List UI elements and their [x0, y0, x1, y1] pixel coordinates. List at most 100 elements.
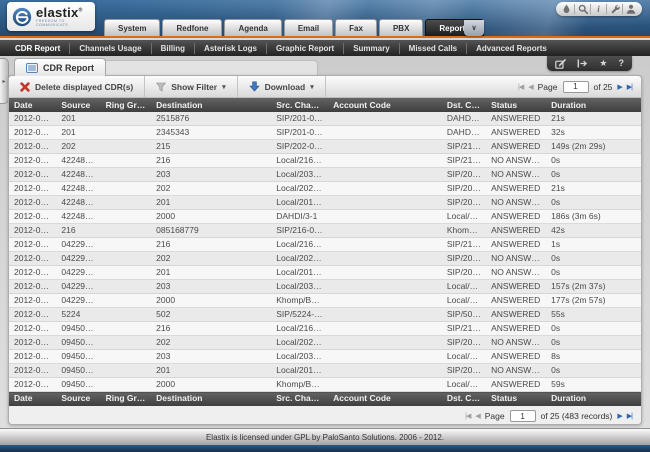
cell-duration: 32s	[546, 126, 641, 140]
prev-page-button[interactable]: ◀	[475, 412, 479, 420]
cell-ring-group	[101, 308, 152, 322]
table-row[interactable]: 2012-02-29 17:45:18 42248000 203 Local/2…	[9, 168, 641, 182]
table-row[interactable]: 2012-02-29 17:23:54 094507987 203 Local/…	[9, 350, 641, 364]
license-text: Elastix is licensed under GPL by PaloSan…	[206, 433, 444, 442]
tab-redfone[interactable]: Redfone	[162, 19, 222, 36]
table-row[interactable]: 2012-02-29 17:37:33 042296708 201 Local/…	[9, 266, 641, 280]
pagination-bottom: |◀ ◀ Page of 25 (483 records) ▶ ▶|	[456, 410, 641, 422]
table-row[interactable]: 2012-02-29 17:37:33 042296708 202 Local/…	[9, 252, 641, 266]
list-icon	[26, 63, 38, 73]
star-icon[interactable]: ★	[599, 59, 607, 68]
subnav-item-graphic-report[interactable]: Graphic Report	[266, 43, 343, 54]
table-row[interactable]: 2012-02-29 17:23:54 094507987 201 Local/…	[9, 364, 641, 378]
cell-destination: 502	[151, 308, 271, 322]
cell-ring-group	[101, 294, 152, 308]
subnav-item-billing[interactable]: Billing	[151, 43, 194, 54]
cell-ring-group	[101, 182, 152, 196]
help-icon[interactable]: ?	[619, 59, 625, 68]
cell-source: 42248000	[56, 210, 100, 224]
caret-down-icon: ▾	[222, 83, 226, 91]
tab-pbx[interactable]: PBX	[379, 19, 423, 36]
table-row[interactable]: 2012-02-29 17:45:18 42248000 201 Local/2…	[9, 196, 641, 210]
filter-button-label: Show Filter	[171, 82, 217, 92]
column-header: Account Code	[328, 98, 442, 112]
table-row[interactable]: 2012-02-29 17:37:28 042296708 2000 Khomp…	[9, 294, 641, 308]
table-row[interactable]: 2012-02-29 17:37:33 042296708 203 Local/…	[9, 280, 641, 294]
table-row[interactable]: 2012-02-29 17:23:54 094507987 202 Local/…	[9, 336, 641, 350]
download-button[interactable]: Download ▾	[238, 76, 326, 97]
subnav-item-missed-calls[interactable]: Missed Calls	[399, 43, 466, 54]
cell-duration: 0s	[546, 322, 641, 336]
user-icon[interactable]	[623, 4, 639, 14]
table-row[interactable]: 2012-02-29 17:37:36 042296708 216 Local/…	[9, 238, 641, 252]
table-row[interactable]: 2012-02-29 17:45:18 42248000 202 Local/2…	[9, 182, 641, 196]
droplet-icon[interactable]	[559, 4, 575, 14]
cell-source: 42248000	[56, 168, 100, 182]
page-number-input[interactable]	[510, 410, 536, 422]
brand-logo[interactable]: elastix® FREEDOM TO COMMUNICATE	[7, 2, 95, 31]
tab-system[interactable]: System	[104, 19, 160, 36]
subnav-item-summary[interactable]: Summary	[343, 43, 398, 54]
cell-account-code	[328, 112, 442, 126]
page-count-label: of 25	[594, 82, 613, 92]
cell-duration: 186s (3m 6s)	[546, 210, 641, 224]
cell-account-code	[328, 168, 442, 182]
cdr-report-tab[interactable]: CDR Report	[14, 58, 106, 76]
show-filter-button[interactable]: Show Filter ▾	[145, 76, 237, 97]
cell-ring-group	[101, 140, 152, 154]
first-page-button[interactable]: |◀	[465, 412, 470, 420]
subnav-item-advanced-reports[interactable]: Advanced Reports	[466, 43, 556, 54]
last-page-button[interactable]: ▶|	[627, 83, 632, 91]
subnav-item-asterisk-logs[interactable]: Asterisk Logs	[194, 43, 266, 54]
table-row[interactable]: 2012-02-29 17:45:30 202 215 SIP/202-0000…	[9, 140, 641, 154]
table-row[interactable]: 2012-02-29 17:45:02 42248000 2000 DAHDI/…	[9, 210, 641, 224]
tab-fax[interactable]: Fax	[335, 19, 377, 36]
filter-funnel-icon	[156, 82, 166, 92]
cell-ring-group	[101, 154, 152, 168]
table-row[interactable]: 2012-02-29 17:42:32 216 085168779 SIP/21…	[9, 224, 641, 238]
table-body: 2012-02-29 17:47:03 201 2515876 SIP/201-…	[9, 112, 641, 392]
cell-status: ANSWERED	[486, 126, 546, 140]
page-footer: Elastix is licensed under GPL by PaloSan…	[0, 428, 650, 452]
table-row[interactable]: 2012-02-29 17:47:03 201 2515876 SIP/201-…	[9, 112, 641, 126]
next-page-button[interactable]: ▶	[617, 412, 621, 420]
tab-email[interactable]: Email	[284, 19, 333, 36]
table-row[interactable]: 2012-02-29 17:23:14 094507987 2000 Khomp…	[9, 378, 641, 392]
cell-dst-channel: SIP/216-000009db	[442, 238, 486, 252]
subnav-item-channels-usage[interactable]: Channels Usage	[69, 43, 150, 54]
tools-icon[interactable]	[607, 4, 623, 14]
info-icon[interactable]: i	[591, 4, 607, 14]
cell-dst-channel: Local/203@from-queue-aaec;1	[442, 294, 486, 308]
first-page-button[interactable]: |◀	[518, 83, 523, 91]
tab-agenda[interactable]: Agenda	[224, 19, 281, 36]
cell-dst-channel: SIP/502-000009d7	[442, 308, 486, 322]
cell-status: ANSWERED	[486, 350, 546, 364]
cell-ring-group	[101, 322, 152, 336]
search-icon[interactable]	[575, 4, 591, 14]
table-row[interactable]: 2012-02-29 17:33:57 5224 502 SIP/5224-00…	[9, 308, 641, 322]
compose-icon[interactable]	[555, 59, 566, 69]
prev-page-button[interactable]: ◀	[528, 83, 532, 91]
cell-duration: 0s	[546, 196, 641, 210]
cell-date: 2012-02-29 17:37:33	[9, 280, 56, 294]
last-page-button[interactable]: ▶|	[627, 412, 632, 420]
column-header: Source	[56, 98, 100, 112]
delete-cdrs-button[interactable]: Delete displayed CDR(s)	[9, 76, 145, 97]
table-row[interactable]: 2012-02-29 17:45:21 42248000 216 Local/2…	[9, 154, 641, 168]
collapse-panel-icon[interactable]	[577, 59, 588, 68]
cell-ring-group	[101, 280, 152, 294]
cell-ring-group	[101, 126, 152, 140]
cell-source: 42248000	[56, 182, 100, 196]
cell-dst-channel: SIP/202-000009d2	[442, 336, 486, 350]
tab-overflow-dropdown[interactable]: ∨	[464, 20, 484, 36]
cell-dst-channel: SIP/215-000009e2	[442, 140, 486, 154]
subnav-item-cdr-report[interactable]: CDR Report	[6, 43, 69, 54]
page-number-input[interactable]	[563, 81, 589, 93]
column-header: Src. Channel	[271, 98, 328, 112]
table-row[interactable]: 2012-02-29 17:23:56 094507987 216 Local/…	[9, 322, 641, 336]
cell-source: 094507987	[56, 378, 100, 392]
table-row[interactable]: 2012-02-29 17:46:23 201 2345343 SIP/201-…	[9, 126, 641, 140]
cell-date: 2012-02-29 17:45:18	[9, 196, 56, 210]
logo-swirl-icon	[12, 7, 32, 27]
next-page-button[interactable]: ▶	[617, 83, 621, 91]
